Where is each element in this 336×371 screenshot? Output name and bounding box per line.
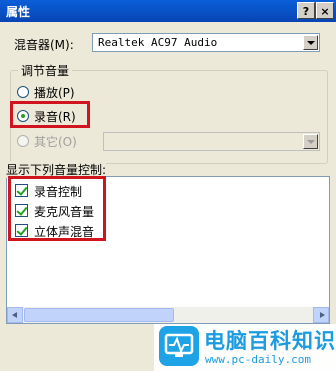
mixer-dropdown-button[interactable]: [303, 35, 318, 50]
window-title: 属性: [6, 5, 31, 19]
scrollbar-thumb[interactable]: [24, 308, 174, 322]
mixer-value: Realtek AC97 Audio: [98, 36, 218, 49]
mixer-dropdown[interactable]: Realtek AC97 Audio: [92, 33, 320, 52]
watermark-logo-icon: [159, 326, 199, 366]
title-bar[interactable]: 属性 ? ×: [0, 0, 336, 22]
horizontal-scrollbar[interactable]: [7, 307, 329, 323]
volume-group-title: 调节音量: [18, 62, 73, 79]
scroll-right-button[interactable]: [313, 307, 329, 323]
other-dropdown-button[interactable]: [303, 134, 318, 149]
radio-playback[interactable]: [17, 86, 29, 98]
watermark-url: www.pc-daily.com: [205, 353, 311, 366]
close-button[interactable]: ×: [316, 2, 334, 19]
other-dropdown[interactable]: [103, 132, 320, 151]
radio-other-label[interactable]: 其它(O): [34, 133, 77, 150]
watermark-title: 电脑百科知识: [204, 329, 336, 353]
mixer-label: 混音器(M):: [14, 38, 74, 52]
radio-playback-label[interactable]: 播放(P): [34, 84, 75, 101]
arrow-right-icon: [320, 312, 325, 318]
scroll-left-button[interactable]: [7, 307, 23, 323]
highlight-box-checkboxes: [8, 176, 106, 241]
chevron-down-icon: [307, 41, 315, 45]
chevron-down-icon: [307, 140, 315, 144]
radio-other[interactable]: [17, 135, 29, 147]
arrow-left-icon: [12, 312, 17, 318]
help-button[interactable]: ?: [297, 2, 315, 19]
highlight-box-recording: [10, 101, 90, 128]
